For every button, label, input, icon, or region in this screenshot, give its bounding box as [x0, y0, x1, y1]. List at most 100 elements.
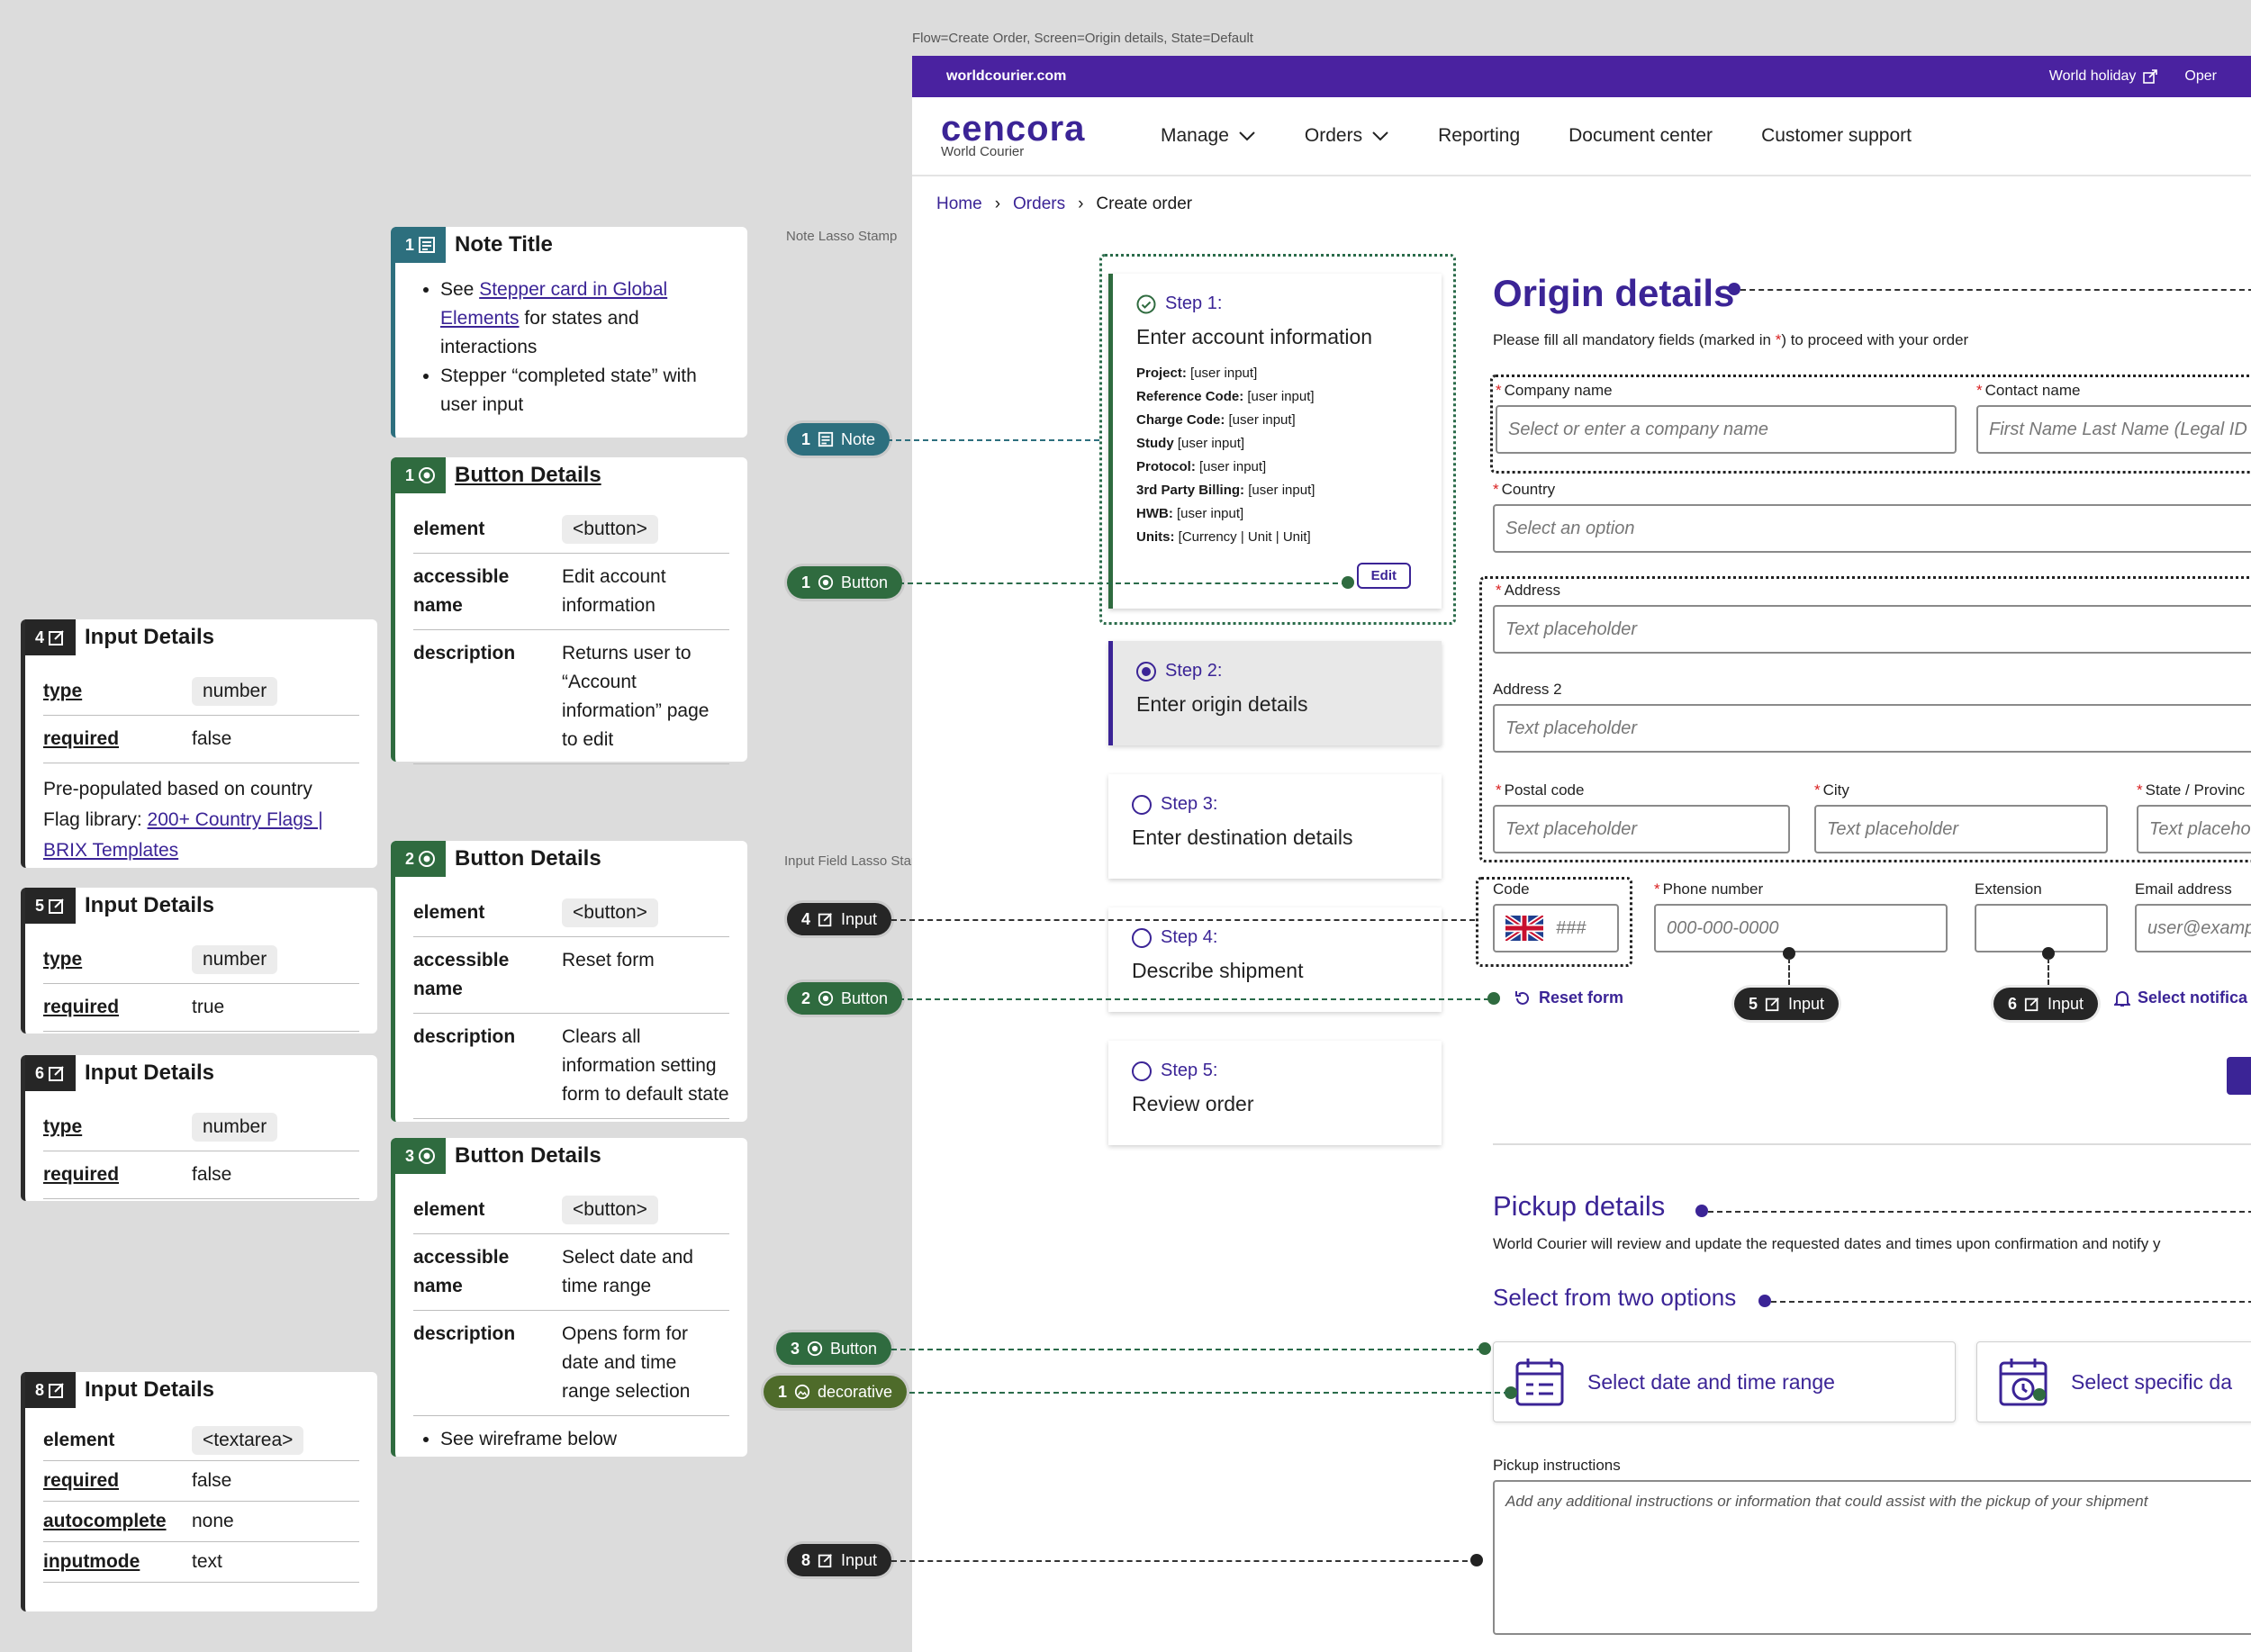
specific-date-option[interactable]: Select specific da [1976, 1341, 2251, 1422]
address-2-label: Address 2 [1493, 681, 1562, 698]
country-label: Country [1501, 481, 1556, 498]
decorative-leader-line [900, 1392, 1509, 1394]
country-select[interactable]: Select an option [1493, 504, 2251, 553]
target-icon [807, 1341, 823, 1357]
app-screen: worldcourier.com World holiday Oper cenc… [912, 56, 2251, 1652]
nav-manage[interactable]: Manage [1161, 125, 1256, 147]
pickup-instructions-textarea[interactable]: Add any additional instructions or infor… [1493, 1480, 2251, 1635]
step-5-card[interactable]: Step 5: Review order [1108, 1041, 1442, 1145]
edit-icon [1765, 998, 1779, 1012]
edit-icon [49, 630, 64, 645]
step-1-field-row: Protocol: [user input] [1136, 459, 1267, 474]
button-2-leader-line [899, 998, 1489, 1000]
continue-button[interactable] [2227, 1057, 2251, 1095]
input-card-title: Input Details [85, 625, 215, 649]
city-input[interactable]: Text placeholder [1814, 805, 2108, 853]
pickup-marker-dot [1695, 1205, 1708, 1217]
button-1-leader-line [899, 582, 1347, 584]
postal-code-input[interactable]: Text placeholder [1493, 805, 1790, 853]
edit-icon [49, 898, 64, 914]
step-1-field-row: Reference Code: [user input] [1136, 389, 1315, 404]
edit-button[interactable]: Edit [1356, 563, 1411, 589]
image-icon [794, 1384, 810, 1400]
step-1-field-row: Units: [Currency | Unit | Unit] [1136, 529, 1311, 545]
step-4-card[interactable]: Step 4: Describe shipment [1108, 907, 1442, 1012]
breadcrumb-orders[interactable]: Orders [1013, 194, 1065, 214]
contact-name-input[interactable]: First Name Last Name (Legal ID [1976, 405, 2251, 454]
note-icon [818, 431, 834, 447]
world-holiday-link[interactable]: World holiday [2049, 68, 2158, 85]
note-card-1: 1 Note Title See Stepper card in Global … [391, 227, 747, 438]
calendar-list-icon [1515, 1359, 1564, 1406]
option-2-marker-dot [2033, 1388, 2046, 1401]
button-2-marker-dot [1487, 992, 1500, 1005]
breadcrumb-home[interactable]: Home [936, 194, 982, 214]
title-marker-dot [1728, 283, 1740, 295]
edit-icon [2024, 998, 2039, 1012]
uk-flag-icon [1505, 916, 1543, 941]
bell-icon [2114, 990, 2130, 1007]
step-1-field-row: Charge Code: [user input] [1136, 412, 1296, 428]
company-name-input[interactable]: Select or enter a company name [1496, 405, 1957, 454]
open-link[interactable]: Oper [2184, 68, 2217, 85]
extension-label: Extension [1975, 880, 2042, 898]
button-card-badge: 2 [395, 841, 446, 877]
input-card-title: Input Details [85, 1061, 215, 1085]
button-card-title: Button Details [455, 1143, 601, 1168]
site-url[interactable]: worldcourier.com [946, 68, 1066, 85]
step-1-card: Step 1: Enter account information Projec… [1108, 274, 1442, 609]
city-label: City [1822, 781, 1849, 799]
note-card-title: Note Title [455, 232, 553, 257]
input-8-marker-dot [1470, 1554, 1483, 1566]
country-code-input[interactable]: ### [1493, 904, 1619, 952]
state-label: State / Provinc [2145, 781, 2246, 799]
extension-leader-line [2048, 958, 2049, 985]
reset-form-button[interactable]: Reset form [1514, 988, 1623, 1007]
contact-name-label: Contact name [1984, 382, 2081, 399]
phone-number-input[interactable]: 000-000-0000 [1654, 904, 1948, 952]
note-bullet-2: Stepper “completed state” with user inpu… [440, 362, 729, 420]
input-card-title: Input Details [85, 893, 215, 917]
radio-empty-icon [1132, 927, 1152, 948]
step-2-card[interactable]: Step 2: Enter origin details [1108, 641, 1442, 745]
address-label: Address [1504, 582, 1560, 599]
button-card-title: Button Details [455, 463, 601, 487]
target-icon [419, 851, 435, 867]
button-3-tag: 3 Button [776, 1332, 892, 1365]
reset-icon [1515, 990, 1529, 1005]
email-input[interactable]: user@examp [2135, 904, 2251, 952]
external-link-icon [2143, 69, 2158, 84]
select-notification-button[interactable]: Select notifica [2114, 988, 2247, 1007]
options-leader-line [1771, 1301, 2251, 1303]
input-card-5: 5 Input Details type number required true [21, 888, 377, 1034]
step-1-field-row: Project: [user input] [1136, 366, 1258, 381]
input-6-tag: 6 Input [1993, 988, 2099, 1020]
date-range-option[interactable]: Select date and time range [1493, 1341, 1956, 1422]
chevron-right-icon: › [994, 194, 1001, 213]
radio-empty-icon [1132, 794, 1152, 815]
step-3-card[interactable]: Step 3: Enter destination details [1108, 774, 1442, 879]
address-2-input[interactable]: Text placeholder [1493, 704, 2251, 753]
nav-reporting[interactable]: Reporting [1438, 125, 1520, 147]
cencora-logo[interactable]: cencora World Courier [941, 111, 1121, 159]
chevron-right-icon: › [1078, 194, 1084, 213]
address-input[interactable]: Text placeholder [1493, 605, 2251, 654]
nav-orders[interactable]: Orders [1305, 125, 1389, 147]
main-nav: cencora World Courier Manage Orders Repo… [912, 97, 2251, 176]
nav-customer-support[interactable]: Customer support [1761, 125, 1912, 147]
chevron-down-icon [1239, 131, 1255, 141]
chevron-down-icon [1372, 131, 1388, 141]
nav-document-center[interactable]: Document center [1568, 125, 1713, 147]
target-icon [419, 1148, 435, 1164]
extension-input[interactable] [1975, 904, 2108, 952]
input-card-badge: 8 [25, 1372, 76, 1408]
edit-icon [49, 1383, 64, 1398]
edit-icon [818, 1554, 832, 1568]
button-card-title: Button Details [455, 846, 601, 871]
section-divider [1493, 1143, 2251, 1145]
button-card-2: 2 Button Details element <button> accessi… [391, 841, 747, 1122]
page-title: Origin details [1493, 272, 1735, 314]
utility-bar: worldcourier.com World holiday Oper [912, 56, 2251, 97]
button-card-3: 3 Button Details element <button> accessi… [391, 1138, 747, 1457]
state-input[interactable]: Text placeho [2137, 805, 2251, 853]
